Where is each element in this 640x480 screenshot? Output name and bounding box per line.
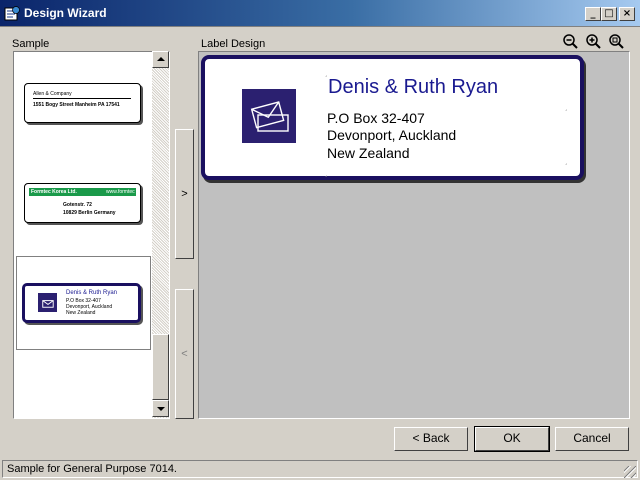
- sample-line: 1551 Bogy Street Manheim PA 17541: [33, 102, 120, 108]
- cancel-button[interactable]: Cancel: [555, 427, 629, 451]
- sample-line: Gotenstr. 72: [63, 202, 92, 208]
- window-title: Design Wizard: [24, 6, 107, 20]
- selection-handle: ˼: [565, 158, 568, 165]
- sample-line: New Zealand: [66, 310, 96, 316]
- label-address-line1[interactable]: P.O Box 32-407: [327, 110, 425, 126]
- zoom-fit-icon[interactable]: [608, 33, 624, 49]
- move-left-button[interactable]: <: [175, 289, 194, 419]
- app-icon: [4, 6, 20, 21]
- resize-grip[interactable]: [624, 466, 636, 478]
- sample-divider: [33, 98, 131, 99]
- scroll-up-button[interactable]: [152, 51, 169, 68]
- zoom-in-icon[interactable]: [585, 33, 601, 49]
- label-design-heading: Label Design: [201, 38, 266, 50]
- move-right-label: >: [181, 188, 188, 200]
- label-name-text[interactable]: Denis & Ruth Ryan: [328, 76, 498, 99]
- design-wizard-window: Design Wizard _ □ × Sample Label Design …: [0, 0, 640, 480]
- move-left-label: <: [181, 348, 188, 360]
- sample-line: Allen & Company: [33, 91, 72, 97]
- title-bar[interactable]: Design Wizard _ □ ×: [0, 0, 640, 27]
- sample-tag: www.formtec: [106, 189, 135, 195]
- sample-card-formtec[interactable]: Formtec Korea Ltd. www.formtec Gotenstr.…: [24, 183, 141, 223]
- close-button[interactable]: ×: [619, 7, 635, 21]
- sample-header: Formtec Korea Ltd.: [31, 189, 77, 195]
- ok-button[interactable]: OK: [474, 426, 550, 452]
- label-address-line3[interactable]: New Zealand: [327, 145, 410, 161]
- arrow-down-icon: [157, 407, 165, 411]
- scroll-down-button[interactable]: [152, 400, 169, 417]
- sample-green-banner: Formtec Korea Ltd. www.formtec: [29, 188, 136, 196]
- scroll-thumb[interactable]: [152, 334, 169, 400]
- arrow-up-icon: [157, 57, 165, 61]
- sample-line: 10829 Berlin Germany: [63, 210, 116, 216]
- selection-handle: ˼: [325, 70, 328, 77]
- sample-heading: Sample: [12, 38, 50, 50]
- back-button[interactable]: < Back: [394, 427, 468, 451]
- zoom-out-icon[interactable]: [562, 33, 578, 49]
- move-right-button[interactable]: >: [175, 129, 194, 259]
- sample-card-ryan[interactable]: Denis & Ruth Ryan P.O Box 32-407 Devonpo…: [22, 283, 141, 323]
- maximize-button[interactable]: □: [601, 7, 617, 21]
- minimize-button[interactable]: _: [585, 7, 601, 21]
- selection-handle: ˼: [325, 170, 328, 177]
- sample-line: Denis & Ruth Ryan: [66, 290, 118, 296]
- sample-card-allen[interactable]: Allen & Company 1551 Bogy Street Manheim…: [24, 83, 141, 123]
- envelope-icon: [38, 293, 57, 312]
- envelope-logo-icon[interactable]: [242, 89, 296, 143]
- label-address-line2[interactable]: Devonport, Auckland: [327, 127, 456, 143]
- selection-handle: ˼: [565, 104, 568, 111]
- status-bar: Sample for General Purpose 7014.: [2, 460, 638, 478]
